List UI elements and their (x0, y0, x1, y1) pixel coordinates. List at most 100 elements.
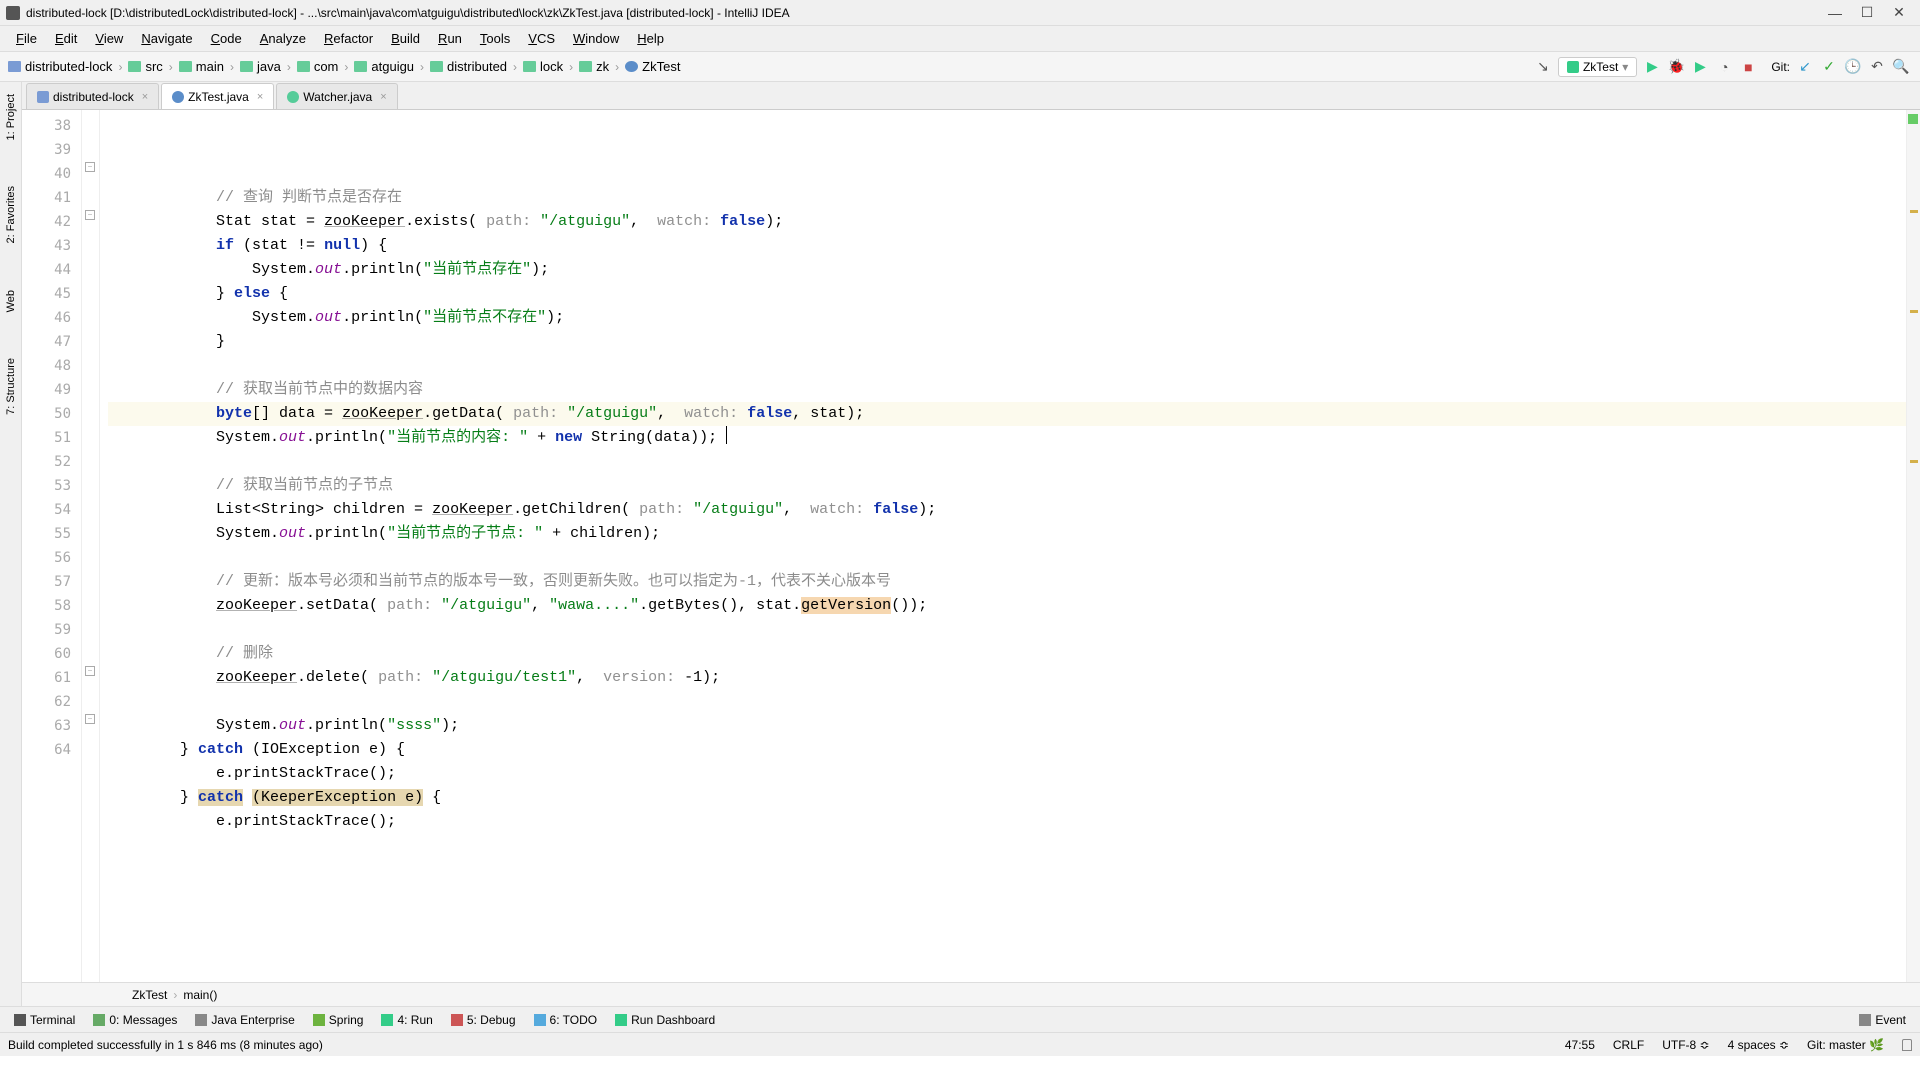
tab-distributed-lock[interactable]: distributed-lock× (26, 83, 159, 109)
vcs-commit-icon[interactable]: ✓ (1820, 58, 1838, 76)
coverage-button[interactable]: ▶ (1691, 58, 1709, 76)
code-line-61[interactable]: } catch (IOException e) { (108, 738, 1906, 762)
menu-help[interactable]: Help (629, 29, 672, 48)
toolwindow-run[interactable]: 4: Run (373, 1011, 440, 1029)
code-line-49[interactable] (108, 450, 1906, 474)
code-line-40[interactable]: if (stat != null) { (108, 234, 1906, 258)
tab-zktest-java[interactable]: ZkTest.java× (161, 83, 274, 109)
toolwindow-terminal[interactable]: Terminal (6, 1011, 83, 1029)
line-number[interactable]: 40 (22, 162, 71, 186)
toolwindow-project[interactable]: 1: Project (5, 86, 17, 148)
line-number[interactable]: 57 (22, 570, 71, 594)
fold-gutter[interactable]: −−−− (82, 110, 100, 982)
line-number[interactable]: 47 (22, 330, 71, 354)
caret-position[interactable]: 47:55 (1565, 1038, 1595, 1052)
code-line-47[interactable]: byte[] data = zooKeeper.getData( path: "… (108, 402, 1906, 426)
breadcrumb-distributed-lock[interactable]: distributed-lock (4, 59, 116, 74)
minimize-button[interactable]: — (1828, 6, 1842, 20)
error-stripe[interactable] (1906, 110, 1920, 982)
code-line-55[interactable]: zooKeeper.setData( path: "/atguigu", "wa… (108, 594, 1906, 618)
menu-run[interactable]: Run (430, 29, 470, 48)
file-encoding[interactable]: UTF-8 ≎ (1662, 1038, 1709, 1052)
breadcrumb-distributed[interactable]: distributed (426, 59, 511, 74)
toolwindow-javaenterprise[interactable]: Java Enterprise (187, 1011, 302, 1029)
breadcrumb-lock[interactable]: lock (519, 59, 567, 74)
code-line-59[interactable] (108, 690, 1906, 714)
menu-analyze[interactable]: Analyze (252, 29, 314, 48)
line-number[interactable]: 49 (22, 378, 71, 402)
breadcrumb-main[interactable]: main (175, 59, 228, 74)
line-number[interactable]: 63 (22, 714, 71, 738)
code-line-64[interactable]: e.printStackTrace(); (108, 810, 1906, 834)
line-number[interactable]: 45 (22, 282, 71, 306)
toolwindow-debug[interactable]: 5: Debug (443, 1011, 524, 1029)
breadcrumb-atguigu[interactable]: atguigu (350, 59, 418, 74)
toolwindow-rundashboard[interactable]: Run Dashboard (607, 1011, 723, 1029)
code-line-54[interactable]: // 更新：版本号必须和当前节点的版本号一致，否则更新失败。也可以指定为-1，代… (108, 570, 1906, 594)
code-line-60[interactable]: System.out.println("ssss"); (108, 714, 1906, 738)
profile-button[interactable]: ◔ (1715, 58, 1733, 76)
code-content[interactable]: // 查询 判断节点是否存在 Stat stat = zooKeeper.exi… (100, 110, 1906, 982)
breadcrumb-method[interactable]: main() (183, 988, 217, 1002)
line-number[interactable]: 39 (22, 138, 71, 162)
toolwindow-favorites[interactable]: 2: Favorites (5, 178, 17, 251)
menu-refactor[interactable]: Refactor (316, 29, 381, 48)
fold-toggle[interactable]: − (85, 714, 95, 724)
line-number[interactable]: 43 (22, 234, 71, 258)
line-number[interactable]: 55 (22, 522, 71, 546)
menu-navigate[interactable]: Navigate (133, 29, 200, 48)
line-number[interactable]: 58 (22, 594, 71, 618)
fold-toggle[interactable]: − (85, 210, 95, 220)
vcs-history-icon[interactable]: 🕒 (1844, 58, 1862, 76)
menu-window[interactable]: Window (565, 29, 627, 48)
indent-setting[interactable]: 4 spaces ≎ (1728, 1038, 1789, 1052)
line-number[interactable]: 54 (22, 498, 71, 522)
build-icon[interactable]: ↘ (1534, 58, 1552, 76)
code-line-57[interactable]: // 删除 (108, 642, 1906, 666)
line-number[interactable]: 62 (22, 690, 71, 714)
search-icon[interactable]: 🔍 (1892, 58, 1910, 76)
vcs-update-icon[interactable]: ↙ (1796, 58, 1814, 76)
line-number[interactable]: 53 (22, 474, 71, 498)
breadcrumb-zk[interactable]: zk (575, 59, 613, 74)
close-icon[interactable]: × (257, 91, 263, 103)
code-line-62[interactable]: e.printStackTrace(); (108, 762, 1906, 786)
line-number[interactable]: 56 (22, 546, 71, 570)
menu-tools[interactable]: Tools (472, 29, 518, 48)
line-number[interactable]: 38 (22, 114, 71, 138)
close-button[interactable]: ✕ (1892, 6, 1906, 20)
toolwindow-web[interactable]: Web (5, 282, 17, 320)
breadcrumb-ZkTest[interactable]: ZkTest (621, 59, 684, 74)
warning-marker[interactable] (1910, 310, 1918, 313)
breadcrumb-java[interactable]: java (236, 59, 285, 74)
breadcrumb-src[interactable]: src (124, 59, 166, 74)
lock-icon[interactable] (1902, 1039, 1912, 1051)
line-number[interactable]: 48 (22, 354, 71, 378)
line-number[interactable]: 60 (22, 642, 71, 666)
line-number[interactable]: 64 (22, 738, 71, 762)
menu-edit[interactable]: Edit (47, 29, 85, 48)
code-line-58[interactable]: zooKeeper.delete( path: "/atguigu/test1"… (108, 666, 1906, 690)
code-line-39[interactable]: Stat stat = zooKeeper.exists( path: "/at… (108, 210, 1906, 234)
toolwindow-todo[interactable]: 6: TODO (526, 1011, 606, 1029)
code-line-53[interactable] (108, 546, 1906, 570)
structure-breadcrumb[interactable]: ZkTest › main() (22, 982, 1920, 1006)
line-number[interactable]: 42 (22, 210, 71, 234)
toolwindow-structure[interactable]: 7: Structure (5, 350, 17, 423)
fold-toggle[interactable]: − (85, 666, 95, 676)
close-icon[interactable]: × (142, 91, 148, 103)
toolwindow-eventlog[interactable]: Event (1851, 1011, 1914, 1029)
code-line-51[interactable]: List<String> children = zooKeeper.getChi… (108, 498, 1906, 522)
warning-marker[interactable] (1910, 460, 1918, 463)
run-button[interactable]: ▶ (1643, 58, 1661, 76)
line-number[interactable]: 51 (22, 426, 71, 450)
debug-button[interactable]: 🐞 (1667, 58, 1685, 76)
code-line-52[interactable]: System.out.println("当前节点的子节点: " + childr… (108, 522, 1906, 546)
maximize-button[interactable]: ☐ (1860, 6, 1874, 20)
line-number[interactable]: 41 (22, 186, 71, 210)
toolwindow-messages[interactable]: 0: Messages (85, 1011, 185, 1029)
line-number[interactable]: 46 (22, 306, 71, 330)
toolwindow-spring[interactable]: Spring (305, 1011, 372, 1029)
tab-watcher-java[interactable]: Watcher.java× (276, 83, 397, 109)
code-line-48[interactable]: System.out.println("当前节点的内容: " + new Str… (108, 426, 1906, 450)
